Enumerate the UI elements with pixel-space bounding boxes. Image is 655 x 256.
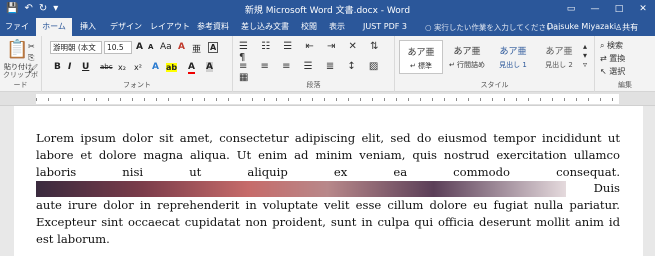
tab-design[interactable]: デザイン [106,18,146,36]
replace-icon: ⇄ [600,54,610,63]
find-button[interactable]: ⌕ 検索 [600,40,623,51]
cursor-icon: ↖ [600,67,610,76]
shrink-font-icon[interactable]: A [148,43,153,51]
ribbon: 📋 貼り付け ✂ ⎘ 🖌 クリップボード 游明朝 (本文 10.5 A A Aa… [0,36,655,92]
share-button[interactable]: ♙共有 [615,22,638,33]
font-label: フォント [123,81,151,89]
document-text[interactable]: Lorem ipsum dolor sit amet, consectetur … [36,130,620,248]
word-duis: Duis [593,181,620,196]
style-no-spacing[interactable]: あア亜 ↵ 行間詰め [445,40,489,74]
tab-mailings[interactable]: 差し込み文書 [237,18,293,36]
group-styles: あア亜 ↵ 標準 あア亜 ↵ 行間詰め あア亜 見出し 1 あア亜 見出し 2 … [395,36,595,92]
ribbon-tabs: ファイル ホーム 挿入 デザイン レイアウト 参考資料 差し込み文書 校閲 表示… [0,18,655,49]
window-title: 新規 Microsoft Word 文書.docx - Word [244,6,411,16]
minimize-button[interactable]: — [583,0,607,18]
clear-format-icon[interactable]: A [178,42,185,52]
font-color-button[interactable]: A [188,62,195,74]
ruler-text-area [36,94,619,104]
tab-layout[interactable]: レイアウト [150,18,190,36]
copy-icon[interactable]: ⎘ [28,53,34,63]
lightbulb-icon: ○ [425,23,434,32]
tab-home[interactable]: ホーム [36,18,72,36]
style-heading-2[interactable]: あア亜 見出し 2 [537,40,581,74]
search-icon: ⌕ [600,41,608,50]
subscript-button[interactable]: x₂ [118,63,126,72]
clipboard-label: クリップボード [3,71,38,89]
enclose-char-icon[interactable]: A [208,42,219,53]
tab-file[interactable]: ファイル [2,18,32,49]
ribbon-display-icon[interactable]: ▭ [559,0,583,18]
underline-button[interactable]: U [82,62,89,72]
tab-review[interactable]: 校閲 [297,18,321,36]
paragraph-text-1: Lorem ipsum dolor sit amet, consectetur … [36,131,620,179]
list-buttons[interactable]: ☰ ☷ ☰ ⇤ ⇥ ✕ ⇅ ¶ [239,41,394,63]
select-button[interactable]: ↖ 選択 [600,66,625,77]
maximize-button[interactable]: □ [607,0,631,18]
document-page[interactable]: Lorem ipsum dolor sit amet, consectetur … [14,106,643,256]
bold-button[interactable]: B [54,62,61,72]
group-clipboard: 📋 貼り付け ✂ ⎘ 🖌 クリップボード [0,36,42,92]
clipboard-icon[interactable]: 📋 [6,39,28,60]
highlight-button[interactable]: ab [166,63,178,72]
document-area: Lorem ipsum dolor sit amet, consectetur … [0,106,655,256]
group-font: 游明朝 (本文 10.5 A A Aa A 亜 A B I U abc x₂ x… [42,36,233,92]
tab-references[interactable]: 参考資料 [194,18,232,36]
font-size-select[interactable]: 10.5 [104,41,132,54]
style-normal[interactable]: あア亜 ↵ 標準 [399,40,443,74]
tab-view[interactable]: 表示 [325,18,349,36]
group-editing: ⌕ 検索 ⇄ 置換 ↖ 選択 編集 [595,36,655,92]
text-effects-button[interactable]: A [152,62,159,72]
style-heading-1[interactable]: あア亜 見出し 1 [491,40,535,74]
char-shading-button[interactable]: A [206,62,213,72]
close-button[interactable]: ✕ [631,0,655,18]
tell-me-input[interactable]: ○ 実行したい作業を入力してください... [425,22,561,33]
styles-more-icon[interactable]: ▴ ▾ ▿ [583,42,587,69]
replace-button[interactable]: ⇄ 置換 [600,53,625,64]
group-paragraph: ☰ ☷ ☰ ⇤ ⇥ ✕ ⇅ ¶ ≡ ≡ ≡ ☰ ≣ ↕ ▨ ▦ 段落 [233,36,395,92]
strikethrough-button[interactable]: abc [100,63,113,71]
italic-button[interactable]: I [68,62,71,72]
superscript-button[interactable]: x² [134,63,142,72]
user-name[interactable]: Daisuke Miyazaki [547,22,616,31]
cut-icon[interactable]: ✂ [28,42,35,51]
styles-label: スタイル [480,81,509,89]
title-bar: 💾 ↶ ↻ ▾ 新規 Microsoft Word 文書.docx - Word… [0,0,655,18]
phonetic-guide-icon[interactable]: 亜 [192,42,201,55]
editing-label: 編集 [618,81,632,89]
horizontal-ruler[interactable] [0,92,655,106]
change-case-icon[interactable]: Aa [160,42,172,52]
tab-just-pdf[interactable]: JUST PDF 3 [359,18,411,36]
grow-font-icon[interactable]: A [136,42,143,52]
paragraph-label: 段落 [306,81,321,89]
paragraph-text-2: aute irure dolor in reprehenderit in vol… [36,198,620,246]
tab-insert[interactable]: 挿入 [76,18,100,36]
font-name-select[interactable]: 游明朝 (本文 [50,41,102,54]
